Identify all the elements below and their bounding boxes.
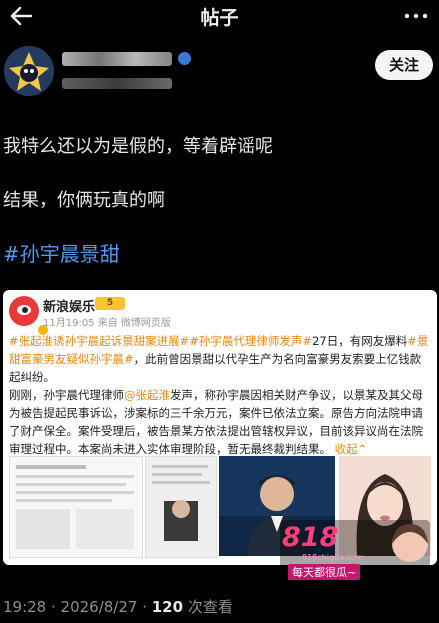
watermark-url: 818chigua.com [302,553,364,562]
follow-button[interactable]: 关注 [375,50,433,80]
avatar[interactable] [4,46,54,96]
image-thumbnail-document[interactable] [9,456,143,558]
mention-link[interactable]: @张起淮 [124,388,170,402]
card-avatar [9,296,49,336]
view-count: 120 [151,598,184,616]
post-timestamp: 19:28 · 2026/8/27 · [3,598,152,616]
collapse-link[interactable]: 收起⌃ [335,442,368,456]
handle-blurred [62,78,172,89]
verified-icon [178,52,191,65]
card-text: 刚刚，孙宇晨代理律师 [9,388,124,402]
avatar-image [4,46,54,96]
author-row: 关注 [0,40,439,106]
card-paragraph-2: 刚刚，孙宇晨代理律师@张起淮发声，称孙宇晨因相关财产争议，以景某及其父母为被告提… [9,386,429,458]
card-author-name: 新浪娱乐 [43,300,96,315]
text-screenshot-image [146,457,216,557]
card-paragraph-1: #张起淮诱孙宇晨起诉景甜案进展##孙宇晨代理律师发声#27日，有网友爆料#景甜富… [9,332,429,386]
document-screenshot-image [10,457,142,557]
view-count-label: 次查看 [183,598,233,616]
watermark-tag: 每天都很瓜~ [288,564,361,580]
post-footer: 19:28 · 2026/8/27 · 120 次查看 [3,596,233,617]
top-bar: 帖子 [0,0,439,34]
page-title: 帖子 [200,7,239,29]
post-text-line-2: 结果，你俩玩真的啊 [3,190,165,211]
username-blurred[interactable] [62,52,172,66]
card-text: 27日，有网友爆料 [312,334,408,348]
pupil-shape [22,307,28,313]
watermark-title: 818 [282,522,339,553]
more-dots-icon[interactable] [403,8,429,24]
topic-tag[interactable]: #张起淮诱孙宇晨起诉景甜案进展# [9,334,189,348]
hashtag-link[interactable]: #孙宇晨景甜 [3,238,120,267]
card-level-badge: 5 [95,297,125,310]
card-meta: 11月19:05 来自 微博网页版 [43,318,171,329]
site-watermark: 818 818chigua.com 每天都很瓜~ [280,520,430,582]
post-text-line-1: 我特么还以为是假的，等着辟谣呢 [3,136,273,157]
image-thumbnail-text[interactable] [145,456,217,558]
topic-tag[interactable]: #孙宇晨代理律师发声# [189,334,312,348]
